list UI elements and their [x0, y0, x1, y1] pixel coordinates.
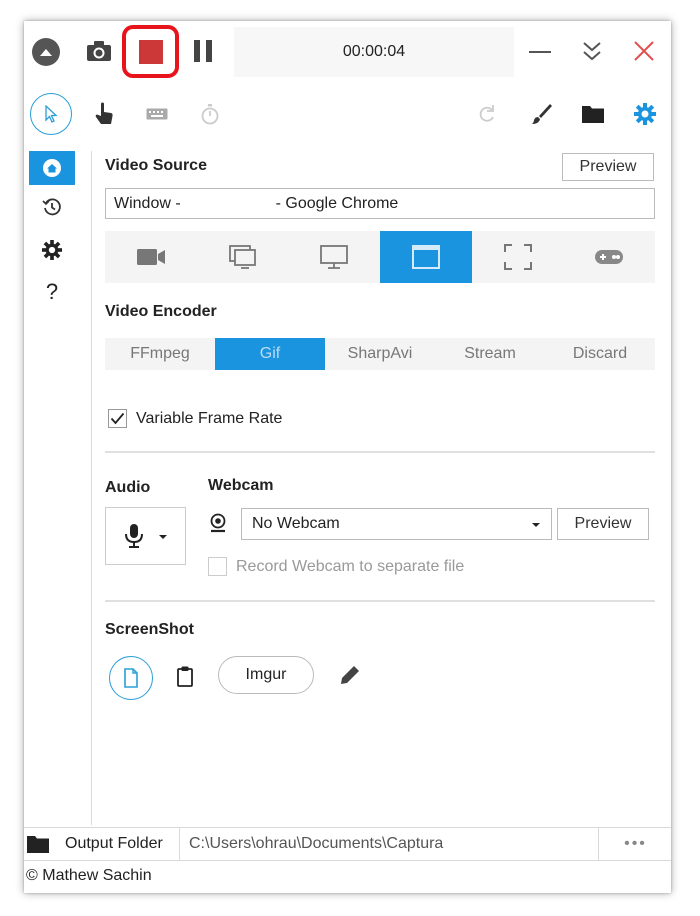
folder-icon[interactable]	[578, 100, 608, 128]
screenshot-file-button[interactable]	[109, 656, 153, 700]
webcam-source-icon	[136, 249, 165, 265]
file-icon	[124, 668, 138, 688]
video-encoder-tabs: FFmpeg Gif SharpAvi Stream Discard	[105, 338, 655, 370]
chevron-down-icon	[532, 523, 540, 527]
video-source-preview-button[interactable]: Preview	[562, 153, 654, 181]
source-window[interactable]	[380, 231, 472, 283]
source-screens[interactable]	[197, 231, 289, 283]
tool-bar	[24, 87, 671, 143]
window-icon	[411, 245, 440, 269]
audio-source-button[interactable]	[105, 507, 186, 565]
stop-button[interactable]	[122, 25, 179, 78]
variable-frame-rate-label: Variable Frame Rate	[136, 409, 283, 427]
brush-icon[interactable]	[526, 99, 556, 129]
history-icon	[42, 198, 61, 216]
collapse-up-icon[interactable]	[32, 38, 60, 66]
cursor-icon[interactable]	[30, 93, 72, 135]
webcam-preview-button[interactable]: Preview	[557, 508, 649, 540]
webcam-select[interactable]: No Webcam	[241, 508, 552, 540]
sidebar-item-home[interactable]	[29, 151, 75, 185]
source-monitor[interactable]	[288, 231, 380, 283]
separate-file-checkbox[interactable]	[208, 557, 227, 576]
encoder-discard[interactable]: Discard	[545, 338, 655, 370]
video-source-title: Video Source	[105, 157, 207, 174]
gamepad-icon	[595, 250, 624, 264]
sidebar: ?	[24, 151, 92, 825]
output-folder-label: Output Folder	[65, 835, 163, 852]
sidebar-item-settings[interactable]	[29, 233, 75, 267]
pause-icon[interactable]	[190, 38, 216, 64]
settings-icon	[42, 240, 62, 260]
video-source-field[interactable]: Window - - Google Chrome	[105, 188, 655, 219]
audio-title: Audio	[105, 479, 151, 496]
webcam-title: Webcam	[208, 477, 274, 494]
source-webcam[interactable]	[105, 231, 197, 283]
webcam-selected-value: No Webcam	[252, 515, 340, 532]
stop-icon	[138, 39, 163, 64]
check-icon	[110, 412, 125, 425]
encoder-gif[interactable]: Gif	[215, 338, 325, 370]
encoder-sharpavi[interactable]: SharpAvi	[325, 338, 435, 370]
output-path-field[interactable]: C:\Users\ohrau\Documents\Captura	[180, 828, 598, 860]
gear-icon[interactable]	[630, 99, 660, 129]
chevron-double-down-icon[interactable]	[577, 35, 607, 67]
credit-text: © Mathew Sachin	[26, 867, 152, 884]
keyboard-icon[interactable]	[142, 101, 172, 127]
refresh-icon[interactable]	[473, 100, 501, 128]
clipboard-icon[interactable]	[173, 663, 197, 689]
video-encoder-title: Video Encoder	[105, 303, 217, 320]
hand-pointer-icon[interactable]	[90, 99, 118, 129]
screenshot-title: ScreenShot	[105, 621, 194, 638]
sidebar-item-history[interactable]	[29, 190, 75, 224]
window-suffix: - Google Chrome	[275, 195, 399, 212]
divider	[105, 600, 655, 602]
folder-icon	[27, 836, 49, 853]
microphone-icon	[124, 524, 143, 548]
monitor-icon	[320, 245, 349, 269]
sidebar-item-help[interactable]: ?	[29, 275, 75, 309]
source-game[interactable]	[563, 231, 655, 283]
separate-file-row: Record Webcam to separate file	[208, 557, 464, 576]
output-folder-button[interactable]: Output Folder	[24, 828, 180, 860]
stopwatch-icon[interactable]	[196, 100, 224, 128]
camera-icon[interactable]	[84, 37, 114, 65]
encoder-stream[interactable]: Stream	[435, 338, 545, 370]
video-source-type-bar	[105, 231, 655, 283]
close-icon[interactable]	[629, 35, 659, 67]
captura-window: 00:00:04 ? Video Source Preview Window -…	[24, 21, 671, 893]
more-options-button[interactable]: •••	[598, 828, 672, 860]
home-icon	[43, 159, 61, 177]
webcam-icon	[208, 513, 230, 535]
recording-timer: 00:00:04	[234, 27, 514, 77]
minimize-icon[interactable]	[524, 37, 556, 67]
variable-frame-rate-row: Variable Frame Rate	[108, 409, 282, 428]
region-icon	[503, 244, 532, 270]
imgur-button[interactable]: Imgur	[218, 656, 314, 694]
source-region[interactable]	[472, 231, 564, 283]
help-icon: ?	[45, 279, 59, 304]
output-folder-row: Output Folder C:\Users\ohrau\Documents\C…	[24, 827, 671, 861]
pencil-icon[interactable]	[337, 662, 363, 688]
variable-frame-rate-checkbox[interactable]	[108, 409, 127, 428]
encoder-ffmpeg[interactable]: FFmpeg	[105, 338, 215, 370]
divider	[105, 451, 655, 453]
window-prefix: Window -	[114, 195, 181, 212]
chevron-down-icon	[158, 535, 167, 539]
screens-icon	[228, 245, 256, 269]
title-bar: 00:00:04	[24, 21, 671, 81]
separate-file-label: Record Webcam to separate file	[236, 557, 465, 575]
